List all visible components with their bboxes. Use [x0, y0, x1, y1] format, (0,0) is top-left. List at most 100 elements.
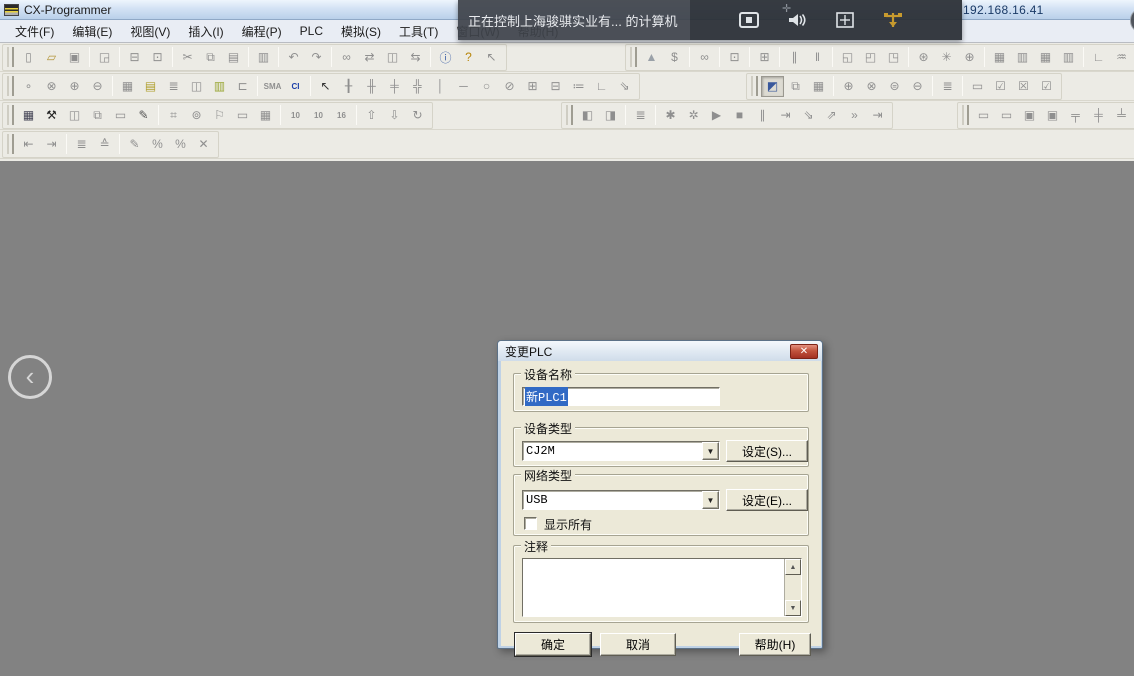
- doc-accept-button[interactable]: ☑: [989, 76, 1012, 97]
- monitor-button[interactable]: ⊡: [723, 47, 746, 68]
- toolbar-grip[interactable]: [7, 76, 14, 96]
- menu-item-2[interactable]: 视图(V): [121, 20, 179, 43]
- force-on-button[interactable]: %: [146, 134, 169, 155]
- address-table-button[interactable]: ▦: [254, 105, 277, 126]
- zoom-selection-button[interactable]: ⊗: [40, 76, 63, 97]
- print-preview-button[interactable]: ⊡: [146, 47, 169, 68]
- toolbar-grip[interactable]: [7, 47, 14, 67]
- new-or-contact-button[interactable]: ╪: [383, 76, 406, 97]
- pause-monitor-button[interactable]: ∥: [783, 47, 806, 68]
- memory-view-button[interactable]: ▦: [1034, 47, 1057, 68]
- menu-item-3[interactable]: 插入(I): [179, 20, 232, 43]
- device-name-input[interactable]: 新PLC1: [522, 387, 720, 406]
- help-button[interactable]: ?: [457, 47, 480, 68]
- toolbar-grip[interactable]: [630, 47, 637, 67]
- help-button[interactable]: 帮助(H): [739, 633, 811, 656]
- comment-scrollbar[interactable]: ▲ ▼: [784, 559, 801, 616]
- keep-window-button[interactable]: ◩: [761, 76, 784, 97]
- sim-stop-button[interactable]: ■: [728, 105, 751, 126]
- error-log-button[interactable]: ▥: [1057, 47, 1080, 68]
- doc-reject-button[interactable]: ☒: [1012, 76, 1035, 97]
- flag-button[interactable]: ⚐: [208, 105, 231, 126]
- window-swap-button[interactable]: ◧: [576, 105, 599, 126]
- zoom-free-button[interactable]: ∘: [17, 76, 40, 97]
- rung-list-button[interactable]: ≣: [162, 76, 185, 97]
- horizontal-line-button[interactable]: ─: [452, 76, 475, 97]
- chevron-down-icon[interactable]: ▼: [702, 491, 719, 509]
- sim-fast-forward-button[interactable]: »: [843, 105, 866, 126]
- fb-invocation-button[interactable]: ≔: [567, 76, 590, 97]
- download-to-plc-button[interactable]: ◱: [836, 47, 859, 68]
- paste-button[interactable]: ▤: [222, 47, 245, 68]
- rung-comment-button[interactable]: ▤: [139, 76, 162, 97]
- properties-button[interactable]: ✎: [132, 105, 155, 126]
- build-button[interactable]: ⚒: [40, 105, 63, 126]
- back-button[interactable]: ‹: [8, 355, 52, 399]
- new-file-button[interactable]: ▯: [17, 47, 40, 68]
- list-view-button[interactable]: ≣: [70, 134, 93, 155]
- comment-value[interactable]: [523, 559, 784, 616]
- find-device-button[interactable]: ∞: [693, 47, 716, 68]
- new-coil-button[interactable]: ○: [475, 76, 498, 97]
- transfer-window-button[interactable]: ◫: [63, 105, 86, 126]
- menu-item-5[interactable]: PLC: [291, 21, 332, 41]
- io-table-button[interactable]: ▦: [988, 47, 1011, 68]
- output-window-button[interactable]: ▭: [231, 105, 254, 126]
- step-trace-button[interactable]: ∟: [1087, 47, 1110, 68]
- comment-textarea[interactable]: ▲ ▼: [522, 558, 802, 617]
- sim-run-to-end-button[interactable]: ⇥: [866, 105, 889, 126]
- close-icon[interactable]: ✕: [790, 344, 818, 359]
- menu-item-7[interactable]: 工具(T): [390, 20, 447, 43]
- partial-transfer-button[interactable]: ⊛: [912, 47, 935, 68]
- watch-button[interactable]: ⊚: [185, 105, 208, 126]
- differential-down-button[interactable]: ╪: [1087, 105, 1110, 126]
- signed-decimal-monitor-button[interactable]: 10: [307, 105, 330, 126]
- show-all-checkbox[interactable]: [524, 517, 537, 530]
- pv-monitor-button[interactable]: ▭: [972, 105, 995, 126]
- zoom-out-button[interactable]: ⊖: [86, 76, 109, 97]
- sim-step-in-button[interactable]: ⇘: [797, 105, 820, 126]
- differential-trigger-button[interactable]: ╧: [1110, 105, 1133, 126]
- rung-manager-button[interactable]: ⌗: [162, 105, 185, 126]
- paste-clipboard-button[interactable]: ▥: [252, 47, 275, 68]
- new-closed-contact-button[interactable]: ╫: [360, 76, 383, 97]
- options-window-button[interactable]: ▦: [17, 105, 40, 126]
- network-type-settings-button[interactable]: 设定(E)...: [726, 489, 808, 511]
- hex-monitor-button[interactable]: 16: [330, 105, 353, 126]
- tile-window-button[interactable]: ▭: [109, 105, 132, 126]
- go-next-button[interactable]: ⇩: [383, 105, 406, 126]
- new-fb-instruction-button[interactable]: ⊟: [544, 76, 567, 97]
- refresh-button[interactable]: ↻: [406, 105, 429, 126]
- auto-online-button[interactable]: $: [663, 47, 686, 68]
- upload-from-plc-button[interactable]: ◰: [859, 47, 882, 68]
- word-monitor-button[interactable]: ▣: [1018, 105, 1041, 126]
- zoom-in-button[interactable]: ⊕: [63, 76, 86, 97]
- menu-item-6[interactable]: 模拟(S): [332, 20, 390, 43]
- new-or-closed-contact-button[interactable]: ╬: [406, 76, 429, 97]
- replace-button[interactable]: ⇄: [358, 47, 381, 68]
- line-connect-button[interactable]: ∟: [590, 76, 613, 97]
- hold-button[interactable]: ✱: [659, 105, 682, 126]
- toolbar-grip[interactable]: [751, 76, 758, 96]
- ok-button[interactable]: 确定: [515, 633, 591, 656]
- vertical-line-button[interactable]: │: [429, 76, 452, 97]
- cancel-button[interactable]: 取消: [600, 633, 676, 656]
- sim-step-out-button[interactable]: ⇗: [820, 105, 843, 126]
- window-clone-button[interactable]: ◨: [599, 105, 622, 126]
- menu-item-0[interactable]: 文件(F): [6, 20, 63, 43]
- differential-up-button[interactable]: ╤: [1064, 105, 1087, 126]
- network-tree-icon[interactable]: [882, 11, 904, 29]
- info-button[interactable]: ⓘ: [434, 47, 457, 68]
- copy-button[interactable]: ⧉: [199, 47, 222, 68]
- schedule-button[interactable]: ▦: [807, 76, 830, 97]
- find-in-window-button[interactable]: ◫: [381, 47, 404, 68]
- redo-button[interactable]: ↷: [305, 47, 328, 68]
- watch-sheet-button[interactable]: ≣: [629, 105, 652, 126]
- force-monitor-button[interactable]: ▣: [1041, 105, 1064, 126]
- transfer-program-button[interactable]: ✳: [935, 47, 958, 68]
- mark-delete-button[interactable]: ⊗: [860, 76, 883, 97]
- work-online-simulator-button[interactable]: ▲: [640, 47, 663, 68]
- toolbar-grip[interactable]: [566, 105, 573, 125]
- compare-window-button[interactable]: ⧉: [86, 105, 109, 126]
- transfer-cancel-button[interactable]: ⊕: [958, 47, 981, 68]
